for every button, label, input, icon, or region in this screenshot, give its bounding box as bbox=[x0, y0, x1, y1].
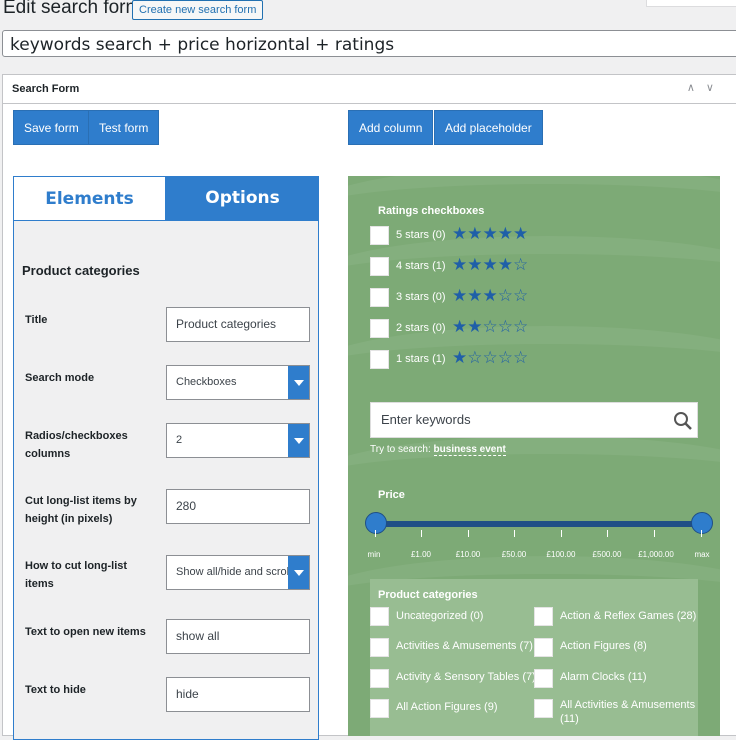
slider-tick-label: £500.00 bbox=[592, 550, 622, 559]
category-label: Uncategorized (0) bbox=[396, 610, 484, 622]
slider-tick-label: £1,000.00 bbox=[638, 550, 674, 559]
screen-options-tab[interactable] bbox=[646, 0, 736, 7]
try-terms-link[interactable]: business event bbox=[433, 444, 506, 456]
chevron-down-icon[interactable] bbox=[288, 366, 309, 399]
star-rating-icon: ★★★★☆ bbox=[452, 255, 529, 275]
category-label: Action & Reflex Games (28) bbox=[560, 610, 697, 622]
title-input[interactable]: Product categories bbox=[166, 307, 310, 342]
page-title: Edit search form bbox=[3, 0, 142, 18]
category-checkbox[interactable] bbox=[534, 607, 553, 626]
hide-text-label: Text to hide bbox=[25, 684, 86, 696]
title-label: Title bbox=[25, 314, 48, 326]
category-label: Activities & Amusements (7) bbox=[396, 640, 533, 652]
search-mode-value: Checkboxes bbox=[176, 376, 237, 388]
create-new-search-form-button[interactable]: Create new search form bbox=[132, 0, 264, 20]
slider-tick-label: min bbox=[367, 550, 381, 559]
slider-tick bbox=[607, 530, 608, 537]
slider-tick-label: £50.00 bbox=[501, 550, 527, 559]
cut-height-input[interactable]: 280 bbox=[166, 489, 310, 524]
category-label: All Action Figures (9) bbox=[396, 701, 498, 713]
test-form-button[interactable]: Test form bbox=[88, 110, 160, 145]
keywords-placeholder: Enter keywords bbox=[381, 412, 471, 427]
rating-label: 1 stars (1) bbox=[396, 353, 446, 365]
postbox-title: Search Form bbox=[12, 83, 80, 95]
chevron-down-icon[interactable] bbox=[288, 424, 309, 457]
ratings-title: Ratings checkboxes bbox=[378, 205, 485, 217]
form-name-input[interactable]: keywords search + price horizontal + rat… bbox=[2, 30, 736, 57]
how-to-cut-label: How to cut long-list items bbox=[25, 560, 128, 590]
category-label: Action Figures (8) bbox=[560, 640, 647, 652]
rating-label: 4 stars (1) bbox=[396, 260, 446, 272]
star-rating-icon: ★★☆☆☆ bbox=[452, 317, 529, 337]
cut-height-label: Cut long-list items by height (in pixels… bbox=[25, 495, 137, 525]
columns-select[interactable]: 2 bbox=[166, 423, 310, 458]
add-column-button[interactable]: Add column bbox=[348, 110, 434, 145]
postbox-header: Search Form ∧ ∨ bbox=[3, 75, 736, 104]
price-slider-track[interactable] bbox=[376, 521, 702, 527]
how-to-cut-value: Show all/hide and scroll bbox=[176, 566, 292, 578]
slider-tick-label: £1.00 bbox=[410, 550, 432, 559]
search-icon[interactable] bbox=[673, 411, 693, 431]
options-panel: Product categories Title Product categor… bbox=[13, 220, 319, 740]
slider-tick bbox=[514, 530, 515, 537]
move-arrows-icon[interactable]: ∧ ∨ bbox=[687, 81, 718, 94]
category-label: Alarm Clocks (11) bbox=[560, 671, 647, 683]
try-to-search: Try to search: business event bbox=[370, 444, 506, 456]
slider-tick bbox=[375, 530, 376, 537]
open-text-label: Text to open new items bbox=[25, 626, 146, 638]
category-checkbox[interactable] bbox=[370, 699, 389, 718]
try-prefix: Try to search: bbox=[370, 444, 431, 455]
price-slider-min-handle[interactable] bbox=[365, 512, 387, 534]
keywords-search-input[interactable]: Enter keywords bbox=[370, 402, 698, 438]
rating-checkbox[interactable] bbox=[370, 257, 389, 276]
slider-tick bbox=[468, 530, 469, 537]
rating-checkbox[interactable] bbox=[370, 288, 389, 307]
hide-text-input[interactable]: hide bbox=[166, 677, 310, 712]
open-text-input[interactable]: show all bbox=[166, 619, 310, 654]
category-checkbox[interactable] bbox=[534, 669, 553, 688]
category-checkbox[interactable] bbox=[370, 607, 389, 626]
product-categories-box: Product categories Uncategorized (0) Act… bbox=[370, 579, 698, 736]
category-checkbox[interactable] bbox=[534, 699, 553, 718]
chevron-down-icon[interactable] bbox=[288, 556, 309, 589]
star-rating-icon: ★★★☆☆ bbox=[452, 286, 529, 306]
rating-label: 2 stars (0) bbox=[396, 322, 446, 334]
add-placeholder-button[interactable]: Add placeholder bbox=[434, 110, 543, 145]
slider-tick-label: £10.00 bbox=[455, 550, 481, 559]
category-label: All Activities & Amusements (11) bbox=[560, 699, 696, 725]
background-wave bbox=[348, 236, 720, 324]
search-mode-select[interactable]: Checkboxes bbox=[166, 365, 310, 400]
background-wave bbox=[348, 326, 720, 414]
form-preview: Ratings checkboxes 5 stars (0) ★★★★★ 4 s… bbox=[348, 176, 720, 736]
category-checkbox[interactable] bbox=[534, 638, 553, 657]
tab-elements[interactable]: Elements bbox=[13, 176, 166, 221]
search-mode-label: Search mode bbox=[25, 372, 95, 384]
slider-tick-label: £100.00 bbox=[546, 550, 576, 559]
price-slider-max-handle[interactable] bbox=[691, 512, 713, 534]
columns-label: Radios/checkboxes columns bbox=[25, 430, 128, 460]
rating-checkbox[interactable] bbox=[370, 350, 389, 369]
category-label: Activity & Sensory Tables (7) bbox=[396, 671, 536, 683]
category-checkbox[interactable] bbox=[370, 669, 389, 688]
how-to-cut-select[interactable]: Show all/hide and scroll bbox=[166, 555, 310, 590]
price-title: Price bbox=[378, 489, 405, 501]
rating-checkbox[interactable] bbox=[370, 319, 389, 338]
slider-tick-label: max bbox=[694, 550, 710, 559]
star-rating-icon: ★☆☆☆☆ bbox=[452, 348, 529, 368]
save-form-button[interactable]: Save form bbox=[13, 110, 90, 145]
tab-options[interactable]: Options bbox=[166, 176, 319, 221]
slider-tick bbox=[561, 530, 562, 537]
category-checkbox[interactable] bbox=[370, 638, 389, 657]
slider-tick bbox=[701, 530, 702, 537]
slider-tick bbox=[654, 530, 655, 537]
slider-tick bbox=[421, 530, 422, 537]
categories-title: Product categories bbox=[378, 589, 478, 601]
rating-checkbox[interactable] bbox=[370, 226, 389, 245]
columns-value: 2 bbox=[176, 434, 183, 446]
rating-label: 3 stars (0) bbox=[396, 291, 446, 303]
star-rating-icon: ★★★★★ bbox=[452, 224, 529, 244]
rating-label: 5 stars (0) bbox=[396, 229, 446, 241]
section-title: Product categories bbox=[22, 263, 140, 278]
